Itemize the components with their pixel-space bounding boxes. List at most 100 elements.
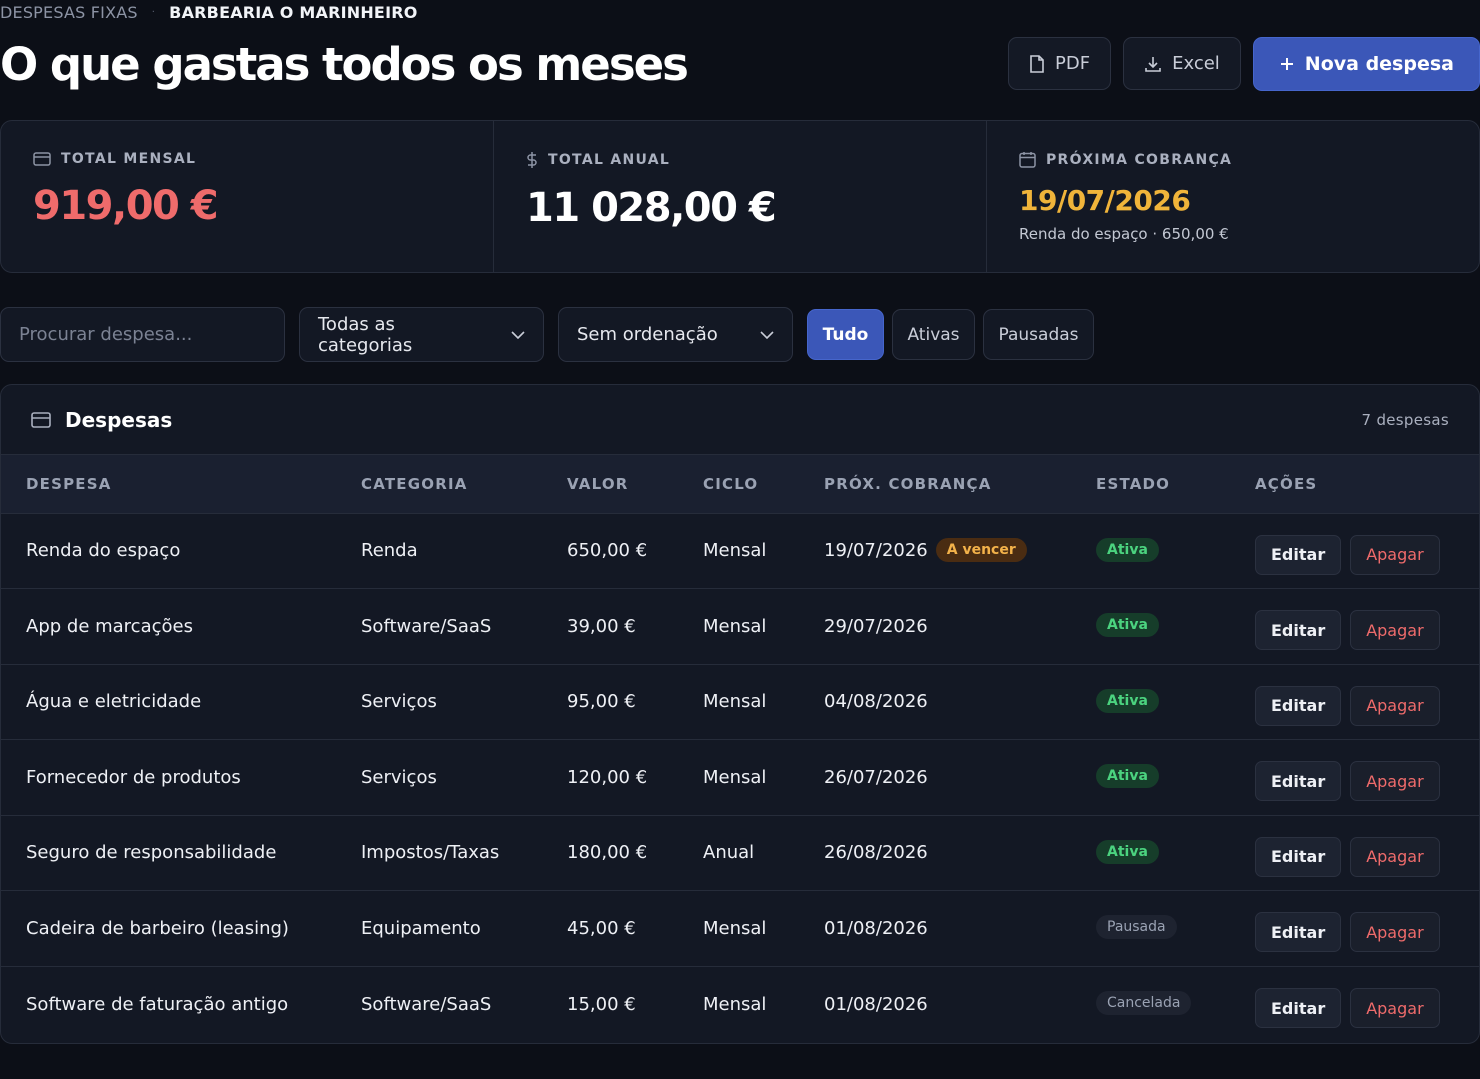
stat-next-label: PRÓXIMA COBRANÇA xyxy=(1046,151,1233,168)
expense-cycle: Mensal xyxy=(703,615,767,637)
col-header-category: CATEGORIA xyxy=(361,474,468,493)
table-row: Água e eletricidade Serviços 95,00 € Mensal… xyxy=(1,664,1479,740)
edit-button[interactable]: Editar xyxy=(1255,761,1342,802)
expense-category: Renda xyxy=(361,540,418,562)
expense-category: Impostos/Taxas xyxy=(361,842,500,864)
table-row: Renda do espaço Renda 650,00 € Mensal 19/07/… xyxy=(1,513,1479,589)
due-badge: A vencer xyxy=(935,537,1027,562)
expense-value: 45,00 € xyxy=(567,917,636,939)
expense-value: 95,00 € xyxy=(567,691,636,713)
col-header-expense: DESPESA xyxy=(26,474,112,493)
stat-yearly-label: TOTAL ANUAL xyxy=(548,152,671,168)
edit-button[interactable]: Editar xyxy=(1255,988,1342,1028)
status-badge: Ativa xyxy=(1096,613,1159,638)
category-select-value: Todas as categorias xyxy=(318,313,413,356)
sort-select-value: Sem ordenação xyxy=(577,324,718,345)
stat-monthly-label: TOTAL MENSAL xyxy=(61,151,197,167)
edit-button[interactable]: Editar xyxy=(1255,534,1342,575)
expense-status: Ativa xyxy=(1071,513,1230,589)
next-charge-date: 01/08/2026 xyxy=(824,917,928,939)
expense-value: 120,00 € xyxy=(567,766,648,788)
stats-panel: TOTAL MENSAL 919,00 € TOTAL ANUAL 11 028… xyxy=(0,120,1480,273)
expense-category: Equipamento xyxy=(361,917,481,939)
expense-next-charge: 01/08/2026 xyxy=(799,891,1071,967)
expense-category: Serviços xyxy=(361,691,437,713)
chevron-down-icon xyxy=(511,330,525,339)
delete-button[interactable]: Apagar xyxy=(1350,761,1440,802)
table-row: Cadeira de barbeiro (leasing) Equipamento… xyxy=(1,890,1479,967)
delete-button[interactable]: Apagar xyxy=(1350,836,1440,877)
breadcrumb-section[interactable]: DESPESAS FIXAS xyxy=(0,3,138,22)
table-row: Seguro de responsabilidade Impostos/Taxas… xyxy=(1,815,1479,891)
delete-button[interactable]: Apagar xyxy=(1350,610,1440,651)
expense-actions: Editar Apagar xyxy=(1230,815,1479,891)
delete-button[interactable]: Apagar xyxy=(1350,685,1440,726)
expense-value: 15,00 € xyxy=(567,993,636,1015)
plus-icon xyxy=(1279,56,1295,72)
search-input[interactable] xyxy=(0,307,285,362)
sort-select[interactable]: Sem ordenação xyxy=(558,307,793,362)
edit-button[interactable]: Editar xyxy=(1255,912,1342,953)
status-badge: Ativa xyxy=(1096,537,1159,562)
breadcrumb: DESPESAS FIXAS · BARBEARIA O MARINHEIRO xyxy=(0,2,418,22)
credit-card-icon xyxy=(33,152,51,166)
next-charge-date: 29/07/2026 xyxy=(824,615,928,637)
stat-monthly: TOTAL MENSAL 919,00 € xyxy=(1,121,494,272)
stat-yearly: TOTAL ANUAL 11 028,00 € xyxy=(494,121,987,272)
next-charge-date: 01/08/2026 xyxy=(824,993,928,1015)
edit-button[interactable]: Editar xyxy=(1255,610,1342,651)
next-charge-date: 04/08/2026 xyxy=(824,691,928,713)
delete-button[interactable]: Apagar xyxy=(1350,912,1440,953)
category-select[interactable]: Todas as categorias xyxy=(299,307,544,362)
tab-paused[interactable]: Pausadas xyxy=(983,309,1094,360)
stat-next-charge: PRÓXIMA COBRANÇA 19/07/2026 Renda do esp… xyxy=(987,121,1479,272)
expense-next-charge: 29/07/2026 xyxy=(799,589,1071,665)
expenses-table: DESPESA CATEGORIA VALOR CICLO PRÓX. COBR… xyxy=(1,455,1479,1042)
expense-category: Software/SaaS xyxy=(361,615,492,637)
export-excel-label: Excel xyxy=(1172,53,1220,74)
expenses-card-title: Despesas xyxy=(65,407,173,432)
file-icon xyxy=(1029,54,1045,73)
expenses-card: Despesas 7 despesas DESPESA CATEGORIA VA… xyxy=(0,384,1480,1044)
status-badge: Ativa xyxy=(1096,839,1159,864)
expense-name: Renda do espaço xyxy=(26,540,181,562)
expense-category: Serviços xyxy=(361,766,437,788)
edit-button[interactable]: Editar xyxy=(1255,836,1342,877)
expense-name: Software de faturação antigo xyxy=(26,993,289,1015)
breadcrumb-separator: · xyxy=(151,6,156,18)
expense-next-charge: 26/08/2026 xyxy=(799,815,1071,891)
expenses-count: 7 despesas xyxy=(1361,410,1449,429)
export-excel-button[interactable]: Excel xyxy=(1123,37,1241,90)
expense-value: 39,00 € xyxy=(567,615,636,637)
export-pdf-button[interactable]: PDF xyxy=(1008,37,1112,90)
expense-cycle: Mensal xyxy=(703,540,767,562)
stat-next-value: 19/07/2026 xyxy=(1019,184,1191,217)
status-badge: Ativa xyxy=(1096,688,1159,713)
col-header-next-charge: PRÓX. COBRANÇA xyxy=(824,474,992,493)
next-charge-date: 19/07/2026 xyxy=(824,539,928,561)
expense-next-charge: 04/08/2026 xyxy=(799,664,1071,740)
expense-next-charge: 26/07/2026 xyxy=(799,740,1071,816)
download-icon xyxy=(1144,55,1162,73)
table-row: Fornecedor de produtos Serviços 120,00 € Me… xyxy=(1,739,1479,816)
col-header-cycle: CICLO xyxy=(703,474,759,493)
new-expense-label: Nova despesa xyxy=(1304,53,1454,75)
expense-cycle: Mensal xyxy=(703,691,767,713)
expense-next-charge: 19/07/2026 A vencer xyxy=(799,513,1071,589)
expense-status: Pausada xyxy=(1071,891,1230,967)
expense-name: App de marcações xyxy=(26,615,193,637)
tab-all[interactable]: Tudo xyxy=(807,309,884,360)
delete-button[interactable]: Apagar xyxy=(1350,988,1440,1028)
expense-name: Seguro de responsabilidade xyxy=(26,842,277,864)
new-expense-button[interactable]: Nova despesa xyxy=(1252,37,1480,91)
delete-button[interactable]: Apagar xyxy=(1350,534,1440,575)
status-badge: Pausada xyxy=(1096,915,1177,940)
tab-active[interactable]: Ativas xyxy=(892,309,975,360)
expense-cycle: Mensal xyxy=(703,993,767,1015)
edit-button[interactable]: Editar xyxy=(1255,685,1342,726)
expense-actions: Editar Apagar xyxy=(1230,740,1479,816)
credit-card-icon xyxy=(31,411,51,428)
expense-name: Fornecedor de produtos xyxy=(26,766,241,788)
table-header-row: DESPESA CATEGORIA VALOR CICLO PRÓX. COBR… xyxy=(1,455,1479,513)
expense-actions: Editar Apagar xyxy=(1230,589,1479,665)
